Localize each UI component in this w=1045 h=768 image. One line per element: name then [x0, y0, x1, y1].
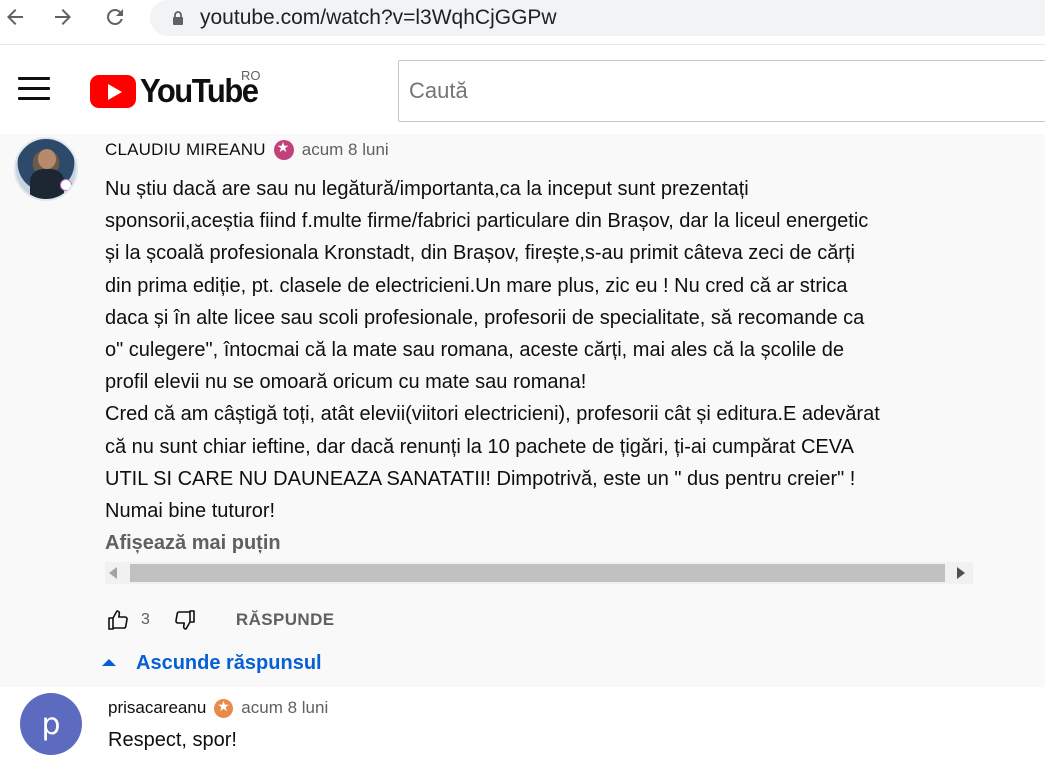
comment-header: CLAUDIU MIREANU acum 8 luni [105, 139, 389, 161]
search-input[interactable] [399, 61, 1045, 121]
reply-item: p prisacareanu acum 8 luni Respect, spor… [0, 687, 1045, 768]
scroll-left-icon[interactable] [109, 567, 117, 579]
youtube-header: YouTube RO [0, 44, 1045, 134]
url-text: youtube.com/watch?v=l3WqhCjGGPw [200, 6, 557, 30]
comment-thread: CLAUDIU MIREANU acum 8 luni Nu știu dacă… [0, 134, 1045, 768]
comment-text-content: Nu știu dacă are sau nu legătură/importa… [105, 178, 880, 523]
hamburger-menu-icon[interactable] [18, 77, 50, 103]
scroll-right-icon[interactable] [957, 567, 965, 579]
horizontal-scrollbar[interactable] [105, 562, 973, 584]
address-bar[interactable]: youtube.com/watch?v=l3WqhCjGGPw [150, 0, 1045, 36]
thumbs-up-icon[interactable] [105, 607, 131, 633]
caret-up-icon [102, 659, 116, 666]
star-badge-icon [214, 698, 234, 718]
star-badge-icon [273, 140, 294, 160]
youtube-logo[interactable]: YouTube [90, 71, 259, 110]
scrollbar-thumb[interactable] [130, 564, 945, 582]
lock-icon [173, 11, 183, 25]
reply-text: Respect, spor! [108, 729, 237, 751]
reply-avatar[interactable]: p [20, 693, 82, 755]
thumbs-down-icon[interactable] [172, 607, 198, 633]
url-path: /watch?v=l3WqhCjGGPw [320, 6, 557, 29]
like-count: 3 [141, 611, 150, 628]
reply-button[interactable]: RĂSPUNDE [236, 610, 335, 630]
reply-author[interactable]: prisacareanu [108, 698, 206, 718]
show-less-button[interactable]: Afișează mai puțin [105, 532, 281, 555]
avatar[interactable] [14, 137, 78, 201]
browser-toolbar: youtube.com/watch?v=l3WqhCjGGPw [0, 0, 1045, 36]
heart-badge-icon [60, 179, 72, 191]
hide-replies-button[interactable]: Ascunde răspunsul [102, 652, 322, 675]
search-box[interactable] [398, 60, 1045, 122]
region-code: RO [241, 68, 261, 83]
back-arrow-icon[interactable] [0, 2, 30, 32]
hide-replies-label: Ascunde răspunsul [136, 652, 322, 674]
reply-timestamp[interactable]: acum 8 luni [241, 698, 328, 718]
logo-text: YouTube [140, 71, 259, 110]
reload-icon[interactable] [100, 2, 130, 32]
url-host: youtube.com [200, 6, 321, 29]
comment-actions: 3 RĂSPUNDE [105, 604, 335, 636]
play-logo-icon [90, 74, 136, 108]
comment-author[interactable]: CLAUDIU MIREANU [105, 140, 266, 160]
comment-timestamp[interactable]: acum 8 luni [302, 140, 389, 160]
forward-arrow-icon[interactable] [48, 2, 78, 32]
reply-header: prisacareanu acum 8 luni [108, 697, 328, 719]
comment-text: Nu știu dacă are sau nu legătură/importa… [105, 173, 985, 527]
